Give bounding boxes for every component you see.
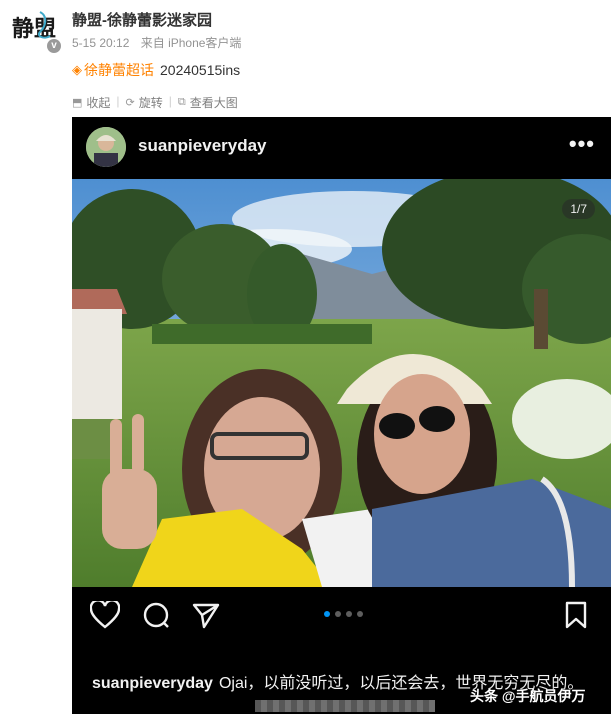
collect-icon: ⬒	[72, 97, 83, 109]
post-source: 来自 iPhone客户端	[140, 36, 242, 50]
ig-username: suanpieveryday	[138, 136, 267, 155]
ig-avatar	[86, 127, 126, 167]
rotate-button[interactable]: ⟳ 旋转	[126, 94, 163, 111]
ig-action-bar	[72, 587, 611, 647]
post-date[interactable]: 5-15 20:12	[72, 36, 129, 50]
more-icon: •••	[568, 131, 595, 156]
bookmark-icon[interactable]	[564, 601, 588, 629]
carousel-dot	[324, 611, 330, 617]
rotate-icon: ⟳	[125, 97, 135, 109]
carousel-dot	[346, 611, 352, 617]
blurred-overlay	[255, 700, 435, 712]
collapse-label: 收起	[86, 96, 111, 110]
image-actions: ⬒ 收起 | ⟳ 旋转 | ⧉ 查看大图	[72, 94, 238, 111]
author-name[interactable]: 静盟-徐静蕾影迷家园	[72, 9, 212, 30]
view-large-button[interactable]: ⧉ 查看大图	[178, 94, 238, 111]
caption-username: suanpieveryday	[92, 675, 213, 692]
verified-badge: v	[47, 39, 61, 53]
carousel-dot	[335, 611, 341, 617]
share-icon[interactable]	[192, 601, 220, 629]
rotate-label: 旋转	[138, 96, 163, 110]
carousel-dots	[324, 611, 363, 617]
source-watermark: 头条 @手航员伊万	[470, 688, 586, 704]
diamond-icon: ◈	[72, 62, 82, 77]
instagram-screenshot[interactable]: suanpieveryday ••• 1/7 suanpieveryday Oj…	[72, 117, 611, 714]
post-meta: 5-15 20:12 来自 iPhone客户端	[72, 34, 241, 51]
view-large-label: 查看大图	[189, 96, 238, 110]
comment-icon[interactable]	[142, 601, 170, 629]
post-body: 20240515ins	[160, 62, 241, 78]
view-large-icon: ⧉	[177, 96, 186, 108]
post-text: ◈ 徐静蕾超话 20240515ins	[72, 60, 240, 80]
avatar-text: 静盟	[12, 16, 56, 42]
collapse-button[interactable]: ⬒ 收起	[72, 94, 110, 111]
selfie-photo: 1/7	[72, 179, 611, 587]
photo-counter: 1/7	[562, 199, 595, 219]
carousel-dot	[357, 611, 363, 617]
topic-link[interactable]: 徐静蕾超话	[84, 60, 154, 80]
ig-header: suanpieveryday •••	[72, 117, 611, 179]
heart-icon[interactable]	[90, 601, 120, 629]
